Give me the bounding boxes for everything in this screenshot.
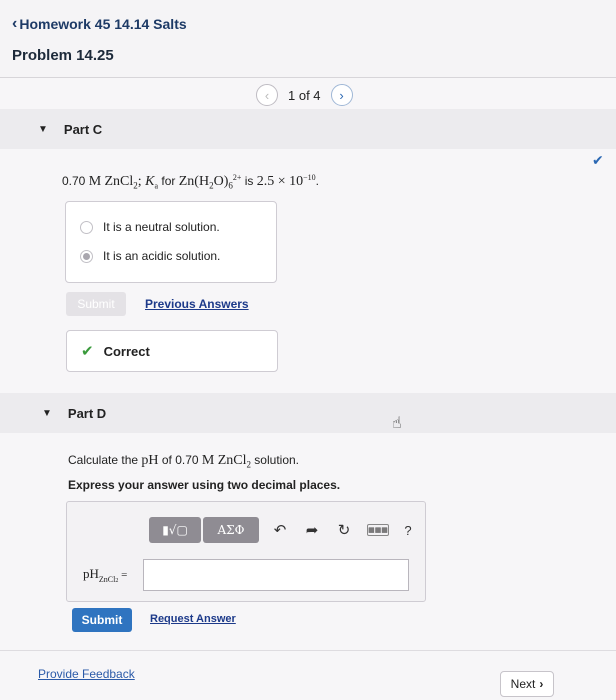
part-d-title: Part D — [67, 406, 107, 421]
radio-acidic[interactable] — [80, 249, 93, 263]
answer-label: pHZnCl2 = — [83, 566, 128, 584]
header: ‹ Homework 45 14.14 Salts Problem 14.25 — [0, 0, 616, 78]
provide-feedback-link[interactable]: Provide Feedback — [38, 667, 135, 681]
part-c-title: Part C — [63, 122, 103, 137]
redo-icon[interactable]: ➦ — [299, 517, 325, 543]
answer-area: ▮√▢ ΑΣΦ ↶ ➦ ↻ ▦▦▦ ? pHZnCl2 = — [66, 501, 426, 602]
check-icon: ✔ — [81, 343, 94, 360]
part-d-instruction: Express your answer using two decimal pl… — [68, 478, 341, 492]
next-page-button[interactable]: › — [330, 84, 353, 106]
prev-page-button[interactable]: ‹ — [256, 84, 278, 106]
option-acidic[interactable]: It is an acidic solution. — [80, 249, 220, 263]
greek-symbols-button[interactable]: ΑΣΦ — [203, 517, 259, 543]
pager-text: 1 of 4 — [288, 87, 321, 103]
page: ‹ Homework 45 14.14 Salts Problem 14.25 … — [0, 0, 616, 700]
previous-answers-link[interactable]: Previous Answers — [145, 297, 249, 311]
part-d-question: Calculate the pH of 0.70 M ZnCl2 solutio… — [68, 453, 299, 470]
chevron-right-icon: › — [539, 677, 544, 691]
part-c-submit-button[interactable]: Submit — [66, 292, 126, 316]
part-c-question: 0.70 M ZnCl2; Ka for Zn(H2O)62+ is 2.5 ×… — [62, 173, 319, 191]
radio-neutral[interactable] — [80, 220, 93, 234]
part-d-submit-button[interactable]: Submit — [72, 608, 132, 632]
reset-icon[interactable]: ↻ — [331, 517, 357, 543]
answer-options: It is a neutral solution. It is an acidi… — [65, 201, 277, 283]
completed-check-icon: ✔ — [592, 152, 604, 168]
footer-divider — [0, 650, 616, 651]
ph-answer-input[interactable] — [143, 559, 409, 591]
back-link-label: Homework 45 14.14 Salts — [19, 16, 187, 32]
chevron-left-icon: ‹ — [12, 15, 18, 32]
hand-cursor-icon: ☝ — [392, 415, 402, 432]
next-button[interactable]: Next › — [500, 671, 554, 697]
request-answer-link[interactable]: Request Answer — [150, 613, 236, 625]
templates-button[interactable]: ▮√▢ — [149, 517, 201, 543]
feedback-correct: ✔ Correct — [66, 330, 278, 372]
math-toolbar: ▮√▢ ΑΣΦ ↶ ➦ ↻ ▦▦▦ ? — [149, 517, 421, 543]
undo-icon[interactable]: ↶ — [267, 517, 293, 543]
collapse-triangle-icon: ▼ — [38, 124, 48, 135]
back-link[interactable]: ‹ Homework 45 14.14 Salts — [12, 15, 187, 33]
help-button[interactable]: ? — [395, 517, 421, 543]
keyboard-icon[interactable]: ▦▦▦ — [367, 524, 389, 536]
problem-title: Problem 14.25 — [12, 47, 114, 64]
pager: ‹ 1 of 4 › — [256, 84, 353, 106]
part-c-header[interactable]: ▼ Part C — [38, 122, 102, 137]
option-neutral[interactable]: It is a neutral solution. — [80, 220, 220, 234]
part-d-header[interactable]: ▼ Part D — [42, 406, 106, 421]
collapse-triangle-icon: ▼ — [42, 408, 52, 419]
